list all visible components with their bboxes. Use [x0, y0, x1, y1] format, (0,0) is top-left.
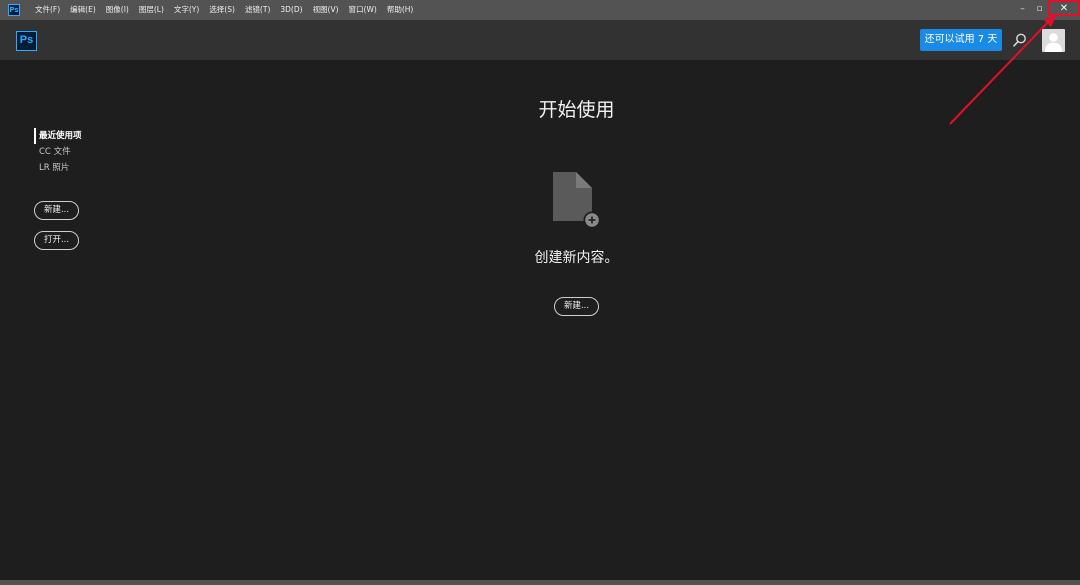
restore-button[interactable]: ▫: [1031, 0, 1048, 20]
menu-type[interactable]: 文字(Y): [169, 0, 204, 20]
avatar[interactable]: [1042, 29, 1065, 52]
trial-button[interactable]: 还可以试用 7 天: [920, 29, 1002, 51]
menu-bar: Ps 文件(F) 编辑(E) 图像(I) 图层(L) 文字(Y) 选择(S) 滤…: [0, 0, 1080, 20]
app-logo-icon[interactable]: Ps: [8, 4, 20, 16]
menu-window[interactable]: 窗口(W): [344, 0, 382, 20]
main-new-button[interactable]: 新建...: [554, 297, 599, 316]
new-document-icon: [553, 172, 601, 229]
sidebar: 最近使用项 CC 文件 LR 照片: [34, 128, 144, 176]
header-bar: Ps 还可以试用 7 天: [0, 20, 1080, 60]
page-subtitle: 创建新内容。: [534, 250, 619, 266]
sidebar-new-button[interactable]: 新建...: [34, 201, 79, 220]
close-button[interactable]: ✕: [1048, 0, 1080, 16]
sidebar-item-lr-photos[interactable]: LR 照片: [34, 160, 144, 176]
ps-logo: Ps: [16, 31, 37, 51]
user-icon: [1045, 33, 1062, 52]
annotation-arrow-icon: [949, 12, 1058, 125]
status-strip: [0, 580, 1080, 585]
sidebar-item-recent[interactable]: 最近使用项: [34, 128, 144, 144]
menu-layer[interactable]: 图层(L): [134, 0, 169, 20]
menu-select[interactable]: 选择(S): [204, 0, 240, 20]
minimize-button[interactable]: –: [1014, 0, 1031, 20]
search-icon[interactable]: [1013, 33, 1027, 47]
window-controls: – ▫ ✕: [1014, 0, 1080, 20]
menu-3d[interactable]: 3D(D): [275, 0, 307, 20]
menu-view[interactable]: 视图(V): [308, 0, 344, 20]
menu-image[interactable]: 图像(I): [101, 0, 134, 20]
menu-items: 文件(F) 编辑(E) 图像(I) 图层(L) 文字(Y) 选择(S) 滤镜(T…: [30, 0, 418, 20]
menu-file[interactable]: 文件(F): [30, 0, 65, 20]
menu-edit[interactable]: 编辑(E): [65, 0, 101, 20]
menu-help[interactable]: 帮助(H): [382, 0, 419, 20]
page-title: 开始使用: [538, 99, 615, 121]
menu-filter[interactable]: 滤镜(T): [240, 0, 275, 20]
sidebar-item-cc-files[interactable]: CC 文件: [34, 144, 144, 160]
